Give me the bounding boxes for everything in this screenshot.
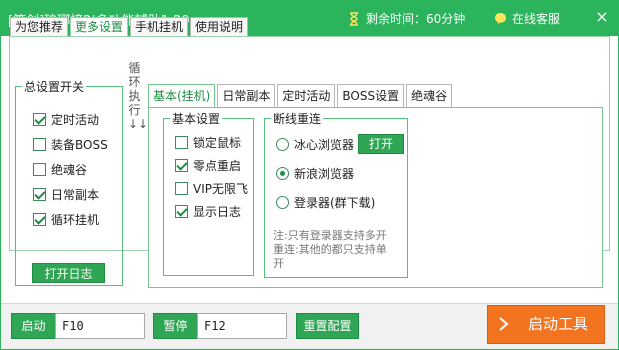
checkbox-icon <box>175 158 188 172</box>
reset-config-button[interactable]: 重置配置 <box>296 313 359 339</box>
summary-item-equipment-boss[interactable]: 装备BOSS <box>33 136 108 152</box>
basic-item-show-log[interactable]: 显示日志 <box>175 203 241 219</box>
checkbox-icon <box>175 204 188 218</box>
radio-icon <box>276 166 289 180</box>
checkbox-icon <box>33 137 46 151</box>
reconnect-label-sinabrowser: 新浪浏览器 <box>294 166 355 181</box>
summary-item-timed[interactable]: 定时活动 <box>33 111 99 127</box>
open-log-button[interactable]: 打开日志 <box>32 263 105 283</box>
basic-label-lock-mouse: 锁定鼠标 <box>193 135 242 150</box>
reconnect-label-launcher: 登录器(群下载) <box>294 195 376 210</box>
summary-title: 总设置开关 <box>22 78 87 95</box>
pause-label: 暂停 <box>153 313 198 339</box>
start-hotkey-field[interactable]: F10 <box>55 313 145 339</box>
basic-label-show-log: 显示日志 <box>193 204 242 219</box>
inner-tabs: 基本(挂机) 日常副本 定时活动 BOSS设置 绝魂谷 <box>148 84 454 108</box>
loop-execute-note: 循环执行↓↓ <box>128 61 149 131</box>
close-icon[interactable]: × <box>593 8 611 26</box>
tab-basic[interactable]: 基本(挂机) <box>148 84 216 108</box>
summary-item-loop[interactable]: 循环挂机 <box>33 211 99 227</box>
open-browser-button[interactable]: 打开 <box>358 134 404 154</box>
tab-boss[interactable]: BOSS设置 <box>337 84 405 108</box>
basic-item-vip-fly[interactable]: VIP无限飞 <box>175 180 248 196</box>
tab-help[interactable]: 使用说明 <box>190 17 249 37</box>
tab-mobile[interactable]: 手机挂机 <box>130 17 189 37</box>
tab-daily[interactable]: 日常副本 <box>217 84 276 108</box>
start-tool-label: 启动工具 <box>528 315 589 333</box>
basic-item-lock-mouse[interactable]: 锁定鼠标 <box>175 134 241 150</box>
basic-label-vip-fly: VIP无限飞 <box>193 181 248 196</box>
summary-label-timed: 定时活动 <box>51 112 100 127</box>
summary-label-loop: 循环挂机 <box>51 212 100 227</box>
basic-settings-title: 基本设置 <box>170 110 223 127</box>
checkbox-icon <box>33 187 46 201</box>
radio-icon <box>276 137 289 151</box>
summary-label-daily-dungeon: 日常副本 <box>51 187 100 202</box>
reconnect-label-icebrowser: 冰心浏览器 <box>294 137 355 152</box>
chat-icon <box>495 13 506 24</box>
checkbox-icon <box>175 135 188 149</box>
online-service-link[interactable]: 在线客服 <box>494 10 560 27</box>
tab-more-settings[interactable]: 更多设置 <box>70 17 129 37</box>
tab-soul-valley[interactable]: 绝魂谷 <box>406 84 453 108</box>
checkbox-icon <box>175 181 188 195</box>
online-service-label: 在线客服 <box>512 12 561 26</box>
summary-label-soul-valley: 绝魂谷 <box>51 162 88 177</box>
basic-label-midnight-restart: 零点重启 <box>193 158 242 173</box>
start-label: 启动 <box>11 313 56 339</box>
pause-hotkey-field[interactable]: F12 <box>197 313 287 339</box>
checkbox-icon <box>33 162 46 176</box>
reconnect-option-launcher[interactable]: 登录器(群下载) <box>276 194 375 210</box>
reconnect-note-line1: 注:只有登录器支持多开 <box>273 229 387 242</box>
tab-recommended[interactable]: 为您推荐 <box>10 17 69 37</box>
hourglass-icon <box>350 11 358 26</box>
timer: 剩余时间：60分钟 <box>348 10 465 27</box>
basic-item-midnight-restart[interactable]: 零点重启 <box>175 157 241 173</box>
reconnect-title: 断线重连 <box>271 110 324 127</box>
checkbox-icon <box>33 112 46 126</box>
tab-timed[interactable]: 定时活动 <box>277 84 336 108</box>
reconnect-note: 注:只有登录器支持多开 重连:其他的都只支持单开 <box>273 229 393 271</box>
summary-label-equipment-boss: 装备BOSS <box>51 137 108 152</box>
checkbox-icon <box>33 212 46 226</box>
reconnect-option-icebrowser[interactable]: 冰心浏览器 <box>276 136 354 152</box>
timer-label: 剩余时间：60分钟 <box>366 12 466 26</box>
summary-item-soul-valley[interactable]: 绝魂谷 <box>33 161 87 177</box>
reconnect-option-sinabrowser[interactable]: 新浪浏览器 <box>276 165 354 181</box>
play-icon <box>499 317 509 331</box>
main-tabs: 为您推荐 更多设置 手机挂机 使用说明 <box>10 17 250 37</box>
reconnect-note-line2: 重连:其他的都只支持单开 <box>273 243 387 270</box>
radio-icon <box>276 195 289 209</box>
summary-item-daily-dungeon[interactable]: 日常副本 <box>33 186 99 202</box>
